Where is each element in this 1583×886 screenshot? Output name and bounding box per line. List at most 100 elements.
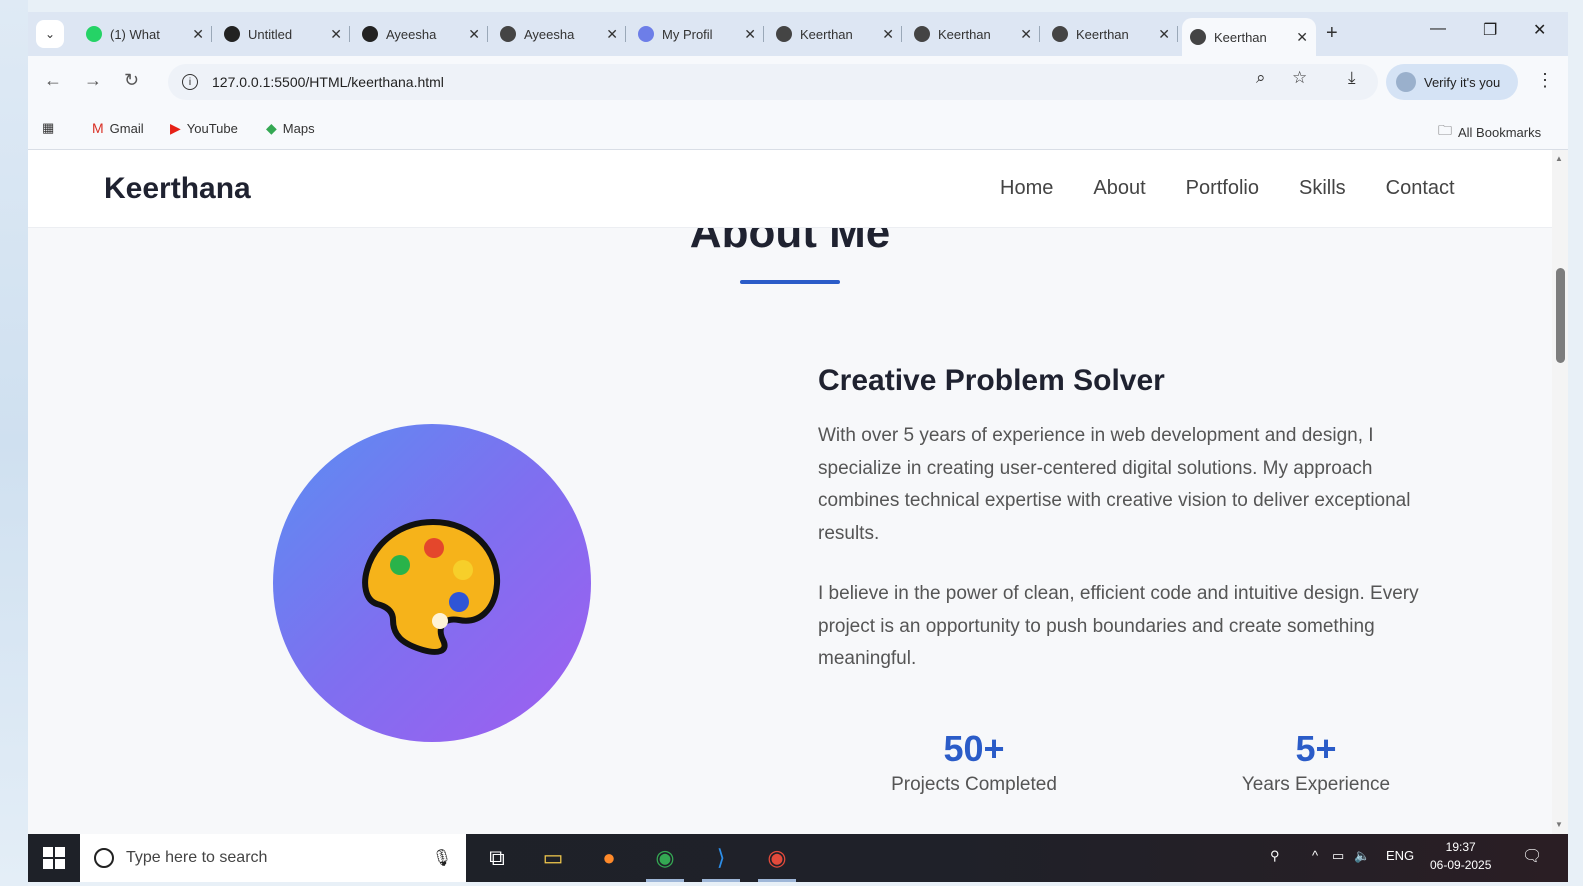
tab-separator (211, 26, 212, 42)
site-navbar: Keerthana Home About Portfolio Skills Co… (28, 150, 1552, 228)
tab-close-icon[interactable]: ✕ (1296, 29, 1308, 46)
clock-time: 19:37 (1445, 840, 1476, 854)
browser-tab[interactable]: My Profil ✕ (630, 18, 764, 50)
people-icon[interactable]: ⚲ (1270, 848, 1280, 864)
restore-button[interactable]: ❐ (1483, 20, 1497, 40)
notification-icon[interactable]: 🗨 (1522, 846, 1542, 866)
scroll-up-icon[interactable]: ▲ (1555, 154, 1563, 163)
bookmark-maps[interactable]: ◆ Maps (266, 120, 315, 137)
vscode-icon[interactable]: ⟩ (694, 834, 748, 882)
language-indicator[interactable]: ENG (1386, 848, 1414, 863)
desktop-background (0, 0, 28, 886)
reload-icon[interactable]: ↻ (124, 70, 139, 91)
forward-icon[interactable]: → (84, 70, 102, 91)
system-clock[interactable]: 19:37 06-09-2025 (1430, 838, 1491, 874)
nav-portfolio[interactable]: Portfolio (1186, 177, 1259, 200)
new-tab-button[interactable]: + (1326, 22, 1338, 45)
about-paragraph-1: With over 5 years of experience in web d… (818, 425, 1411, 544)
tab-label: Keerthan (800, 26, 853, 42)
stat-label: Projects Completed (891, 774, 1057, 795)
nav-contact[interactable]: Contact (1386, 177, 1455, 200)
profile-avatar-icon (1396, 72, 1416, 92)
tab-separator (1177, 26, 1178, 42)
codepen-icon (224, 26, 240, 42)
browser-tab[interactable]: Untitled ✕ (216, 18, 350, 50)
battery-icon[interactable]: ▭ (1332, 848, 1344, 864)
clock-date: 06-09-2025 (1430, 858, 1492, 872)
globe-icon (1052, 26, 1068, 42)
site-brand[interactable]: Keerthana (104, 172, 251, 206)
bookmark-gmail[interactable]: M Gmail (92, 120, 144, 136)
tab-close-icon[interactable]: ✕ (1158, 26, 1170, 43)
browser-tab[interactable]: (1) What ✕ (78, 18, 212, 50)
verify-label: Verify it's you (1424, 74, 1501, 90)
about-content: Creative Problem Solver With over 5 year… (818, 364, 1458, 704)
maps-icon: ◆ (266, 120, 277, 136)
tab-close-icon[interactable]: ✕ (606, 26, 618, 43)
browser-menu-icon[interactable]: ⋮ (1536, 70, 1554, 91)
apps-grid-icon[interactable]: ▦ (42, 120, 54, 136)
zoom-icon[interactable]: ⌕ (1256, 68, 1266, 88)
nav-about[interactable]: About (1093, 177, 1145, 200)
all-bookmarks-label: All Bookmarks (1458, 124, 1542, 140)
start-button[interactable] (28, 834, 80, 882)
browser-tab[interactable]: Keerthan ✕ (906, 18, 1040, 50)
tab-close-icon[interactable]: ✕ (192, 26, 204, 43)
tray-expand-icon[interactable]: ^ (1312, 848, 1318, 863)
nav-home[interactable]: Home (1000, 177, 1053, 200)
browser-tab[interactable]: Ayeesha ✕ (354, 18, 488, 50)
file-explorer-icon[interactable]: ▭ (526, 834, 580, 882)
browser-tab[interactable]: Keerthan ✕ (1182, 18, 1316, 56)
all-bookmarks-button[interactable]: 🗀 All Bookmarks (1438, 120, 1541, 144)
close-window-button[interactable]: ✕ (1533, 20, 1546, 40)
tab-separator (625, 26, 626, 42)
page-scrollbar[interactable]: ▲ ▼ (1552, 150, 1568, 834)
folder-icon: 🗀 (1438, 122, 1452, 138)
stat-number: 50+ (943, 728, 1005, 769)
browser-chrome: ⌄ (1) What ✕ Untitled ✕ Ayeesha ✕ Ayeesha ✕ My P… (28, 12, 1568, 150)
chrome-icon[interactable]: ◉ (638, 834, 692, 882)
scroll-down-icon[interactable]: ▼ (1555, 820, 1563, 829)
web-page: About Me Keerthana Home About Portfolio … (28, 150, 1552, 834)
browser-tab[interactable]: Keerthan ✕ (1044, 18, 1178, 50)
scroll-thumb[interactable] (1556, 268, 1565, 363)
browser-tab[interactable]: Ayeesha ✕ (492, 18, 626, 50)
tab-separator (763, 26, 764, 42)
youtube-icon: ▶ (170, 120, 181, 136)
volume-icon[interactable]: 🔈 (1354, 848, 1370, 864)
minimize-button[interactable]: — (1430, 20, 1446, 38)
url-text[interactable]: 127.0.0.1:5500/HTML/keerthana.html (212, 74, 444, 90)
tab-strip: ⌄ (1) What ✕ Untitled ✕ Ayeesha ✕ Ayeesha ✕ My P… (28, 12, 1568, 56)
back-icon[interactable]: ← (44, 70, 62, 91)
bookmark-youtube[interactable]: ▶ YouTube (170, 120, 238, 137)
stat-number: 5+ (1295, 728, 1337, 769)
download-icon[interactable]: ⤓ (1348, 68, 1356, 88)
microphone-icon[interactable]: 🎙 (432, 848, 452, 868)
chrome-profile-icon[interactable]: ◉ (750, 834, 804, 882)
tab-separator (1039, 26, 1040, 42)
bookmark-star-icon[interactable]: ☆ (1292, 68, 1307, 88)
browser-tab[interactable]: Keerthan ✕ (768, 18, 902, 50)
verify-profile-button[interactable]: Verify it's you (1386, 64, 1518, 100)
tab-separator (487, 26, 488, 42)
globe-icon (914, 26, 930, 42)
search-placeholder: Type here to search (126, 849, 268, 866)
task-view-icon[interactable]: ⧉ (470, 834, 524, 882)
firefox-icon[interactable]: ● (582, 834, 636, 882)
tab-close-icon[interactable]: ✕ (1020, 26, 1032, 43)
nav-skills[interactable]: Skills (1299, 177, 1346, 200)
stat-experience: 5+ Years Experience (1216, 728, 1416, 796)
tab-close-icon[interactable]: ✕ (882, 26, 894, 43)
taskbar-search[interactable]: Type here to search 🎙 (80, 834, 466, 882)
site-info-icon[interactable]: i (182, 74, 198, 90)
tab-search-button[interactable]: ⌄ (36, 20, 64, 48)
globe-icon (776, 26, 792, 42)
tab-close-icon[interactable]: ✕ (744, 26, 756, 43)
palette-icon (362, 519, 501, 655)
address-bar[interactable]: i 127.0.0.1:5500/HTML/keerthana.html (168, 64, 1378, 100)
bookmarks-bar: ▦ M Gmail ▶ YouTube ◆ Maps 🗀 All Bookmar… (28, 108, 1568, 150)
bookmark-label: Gmail (109, 120, 144, 136)
tab-close-icon[interactable]: ✕ (330, 26, 342, 43)
tab-close-icon[interactable]: ✕ (468, 26, 480, 43)
bookmark-label: YouTube (186, 121, 238, 136)
